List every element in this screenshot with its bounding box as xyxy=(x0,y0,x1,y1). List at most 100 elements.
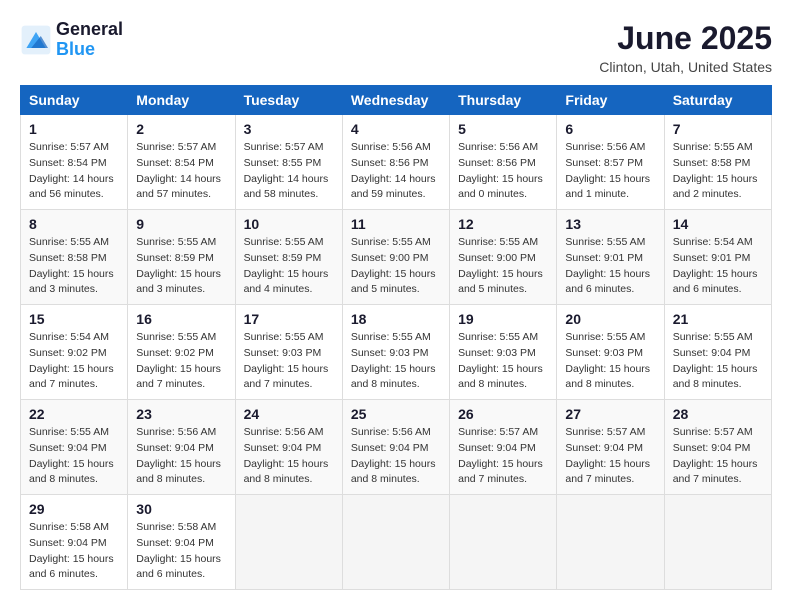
day-number: 23 xyxy=(136,406,226,422)
day-info: Sunrise: 5:55 AMSunset: 9:04 PMDaylight:… xyxy=(29,425,119,488)
calendar-cell: 20 Sunrise: 5:55 AMSunset: 9:03 PMDayligh… xyxy=(557,305,664,400)
day-info: Sunrise: 5:57 AMSunset: 8:54 PMDaylight:… xyxy=(29,140,119,203)
calendar-cell: 25 Sunrise: 5:56 AMSunset: 9:04 PMDayligh… xyxy=(342,400,449,495)
title-section: June 2025 Clinton, Utah, United States xyxy=(599,20,772,75)
day-number: 26 xyxy=(458,406,548,422)
calendar-table: SundayMondayTuesdayWednesdayThursdayFrid… xyxy=(20,85,772,590)
day-number: 25 xyxy=(351,406,441,422)
day-number: 24 xyxy=(244,406,334,422)
day-info: Sunrise: 5:56 AMSunset: 8:57 PMDaylight:… xyxy=(565,140,655,203)
day-number: 17 xyxy=(244,311,334,327)
calendar-cell xyxy=(450,495,557,590)
day-info: Sunrise: 5:58 AMSunset: 9:04 PMDaylight:… xyxy=(136,520,226,583)
calendar-cell: 10Sunrise: 5:55 AMSunset: 8:59 PMDayligh… xyxy=(235,210,342,305)
day-info: Sunrise: 5:56 AMSunset: 9:04 PMDaylight:… xyxy=(244,425,334,488)
day-info: Sunrise: 5:57 AMSunset: 9:04 PMDaylight:… xyxy=(673,425,763,488)
calendar-cell: 13 Sunrise: 5:55 AMSunset: 9:01 PMDayligh… xyxy=(557,210,664,305)
calendar-cell: 27 Sunrise: 5:57 AMSunset: 9:04 PMDayligh… xyxy=(557,400,664,495)
day-number: 20 xyxy=(565,311,655,327)
day-number: 27 xyxy=(565,406,655,422)
day-number: 16 xyxy=(136,311,226,327)
calendar-cell: 4 Sunrise: 5:56 AMSunset: 8:56 PMDaylight… xyxy=(342,115,449,210)
day-info: Sunrise: 5:55 AMSunset: 8:59 PMDaylight:… xyxy=(136,235,226,298)
day-number: 30 xyxy=(136,501,226,517)
calendar-cell: 14Sunrise: 5:54 AMSunset: 9:01 PMDayligh… xyxy=(664,210,771,305)
day-number: 29 xyxy=(29,501,119,517)
week-row-4: 22 Sunrise: 5:55 AMSunset: 9:04 PMDayligh… xyxy=(21,400,772,495)
day-info: Sunrise: 5:55 AMSunset: 9:03 PMDaylight:… xyxy=(458,330,548,393)
calendar-cell: 3 Sunrise: 5:57 AMSunset: 8:55 PMDaylight… xyxy=(235,115,342,210)
day-info: Sunrise: 5:58 AMSunset: 9:04 PMDaylight:… xyxy=(29,520,119,583)
day-info: Sunrise: 5:55 AMSunset: 9:00 PMDaylight:… xyxy=(458,235,548,298)
day-info: Sunrise: 5:56 AMSunset: 8:56 PMDaylight:… xyxy=(458,140,548,203)
calendar-cell: 24 Sunrise: 5:56 AMSunset: 9:04 PMDayligh… xyxy=(235,400,342,495)
calendar-cell: 12 Sunrise: 5:55 AMSunset: 9:00 PMDayligh… xyxy=(450,210,557,305)
day-number: 10 xyxy=(244,216,334,232)
day-number: 2 xyxy=(136,121,226,137)
weekday-header-sunday: Sunday xyxy=(21,86,128,115)
logo-icon xyxy=(20,24,52,56)
calendar-cell: 28 Sunrise: 5:57 AMSunset: 9:04 PMDayligh… xyxy=(664,400,771,495)
day-number: 28 xyxy=(673,406,763,422)
calendar-cell: 18 Sunrise: 5:55 AMSunset: 9:03 PMDayligh… xyxy=(342,305,449,400)
calendar-cell xyxy=(342,495,449,590)
day-info: Sunrise: 5:55 AMSunset: 9:04 PMDaylight:… xyxy=(673,330,763,393)
calendar-cell: 23Sunrise: 5:56 AMSunset: 9:04 PMDayligh… xyxy=(128,400,235,495)
day-info: Sunrise: 5:57 AMSunset: 9:04 PMDaylight:… xyxy=(565,425,655,488)
day-number: 18 xyxy=(351,311,441,327)
day-info: Sunrise: 5:55 AMSunset: 9:03 PMDaylight:… xyxy=(565,330,655,393)
day-number: 11 xyxy=(351,216,441,232)
calendar-cell: 15Sunrise: 5:54 AMSunset: 9:02 PMDayligh… xyxy=(21,305,128,400)
day-info: Sunrise: 5:57 AMSunset: 8:54 PMDaylight:… xyxy=(136,140,226,203)
day-info: Sunrise: 5:55 AMSunset: 9:01 PMDaylight:… xyxy=(565,235,655,298)
day-number: 13 xyxy=(565,216,655,232)
location: Clinton, Utah, United States xyxy=(599,59,772,75)
calendar-cell xyxy=(557,495,664,590)
weekday-header-thursday: Thursday xyxy=(450,86,557,115)
day-number: 14 xyxy=(673,216,763,232)
day-number: 9 xyxy=(136,216,226,232)
day-number: 5 xyxy=(458,121,548,137)
week-row-3: 15Sunrise: 5:54 AMSunset: 9:02 PMDayligh… xyxy=(21,305,772,400)
day-info: Sunrise: 5:57 AMSunset: 8:55 PMDaylight:… xyxy=(244,140,334,203)
logo-text: General Blue xyxy=(56,20,123,60)
day-info: Sunrise: 5:56 AMSunset: 8:56 PMDaylight:… xyxy=(351,140,441,203)
calendar-cell: 5 Sunrise: 5:56 AMSunset: 8:56 PMDaylight… xyxy=(450,115,557,210)
day-info: Sunrise: 5:57 AMSunset: 9:04 PMDaylight:… xyxy=(458,425,548,488)
logo: General Blue xyxy=(20,20,123,60)
day-number: 15 xyxy=(29,311,119,327)
day-number: 3 xyxy=(244,121,334,137)
page-header: General Blue June 2025 Clinton, Utah, Un… xyxy=(20,20,772,75)
week-row-1: 1Sunrise: 5:57 AMSunset: 8:54 PMDaylight… xyxy=(21,115,772,210)
weekday-header-friday: Friday xyxy=(557,86,664,115)
calendar-cell: 30 Sunrise: 5:58 AMSunset: 9:04 PMDayligh… xyxy=(128,495,235,590)
calendar-cell: 1Sunrise: 5:57 AMSunset: 8:54 PMDaylight… xyxy=(21,115,128,210)
day-number: 4 xyxy=(351,121,441,137)
calendar-cell: 9 Sunrise: 5:55 AMSunset: 8:59 PMDaylight… xyxy=(128,210,235,305)
day-number: 22 xyxy=(29,406,119,422)
day-number: 8 xyxy=(29,216,119,232)
day-info: Sunrise: 5:55 AMSunset: 8:58 PMDaylight:… xyxy=(673,140,763,203)
calendar-cell: 7Sunrise: 5:55 AMSunset: 8:58 PMDaylight… xyxy=(664,115,771,210)
day-info: Sunrise: 5:55 AMSunset: 9:03 PMDaylight:… xyxy=(351,330,441,393)
day-info: Sunrise: 5:56 AMSunset: 9:04 PMDaylight:… xyxy=(351,425,441,488)
day-info: Sunrise: 5:55 AMSunset: 9:03 PMDaylight:… xyxy=(244,330,334,393)
calendar-cell: 17 Sunrise: 5:55 AMSunset: 9:03 PMDayligh… xyxy=(235,305,342,400)
weekday-header-monday: Monday xyxy=(128,86,235,115)
weekday-header-row: SundayMondayTuesdayWednesdayThursdayFrid… xyxy=(21,86,772,115)
calendar-cell: 16Sunrise: 5:55 AMSunset: 9:02 PMDayligh… xyxy=(128,305,235,400)
calendar-cell: 19 Sunrise: 5:55 AMSunset: 9:03 PMDayligh… xyxy=(450,305,557,400)
calendar-cell: 22 Sunrise: 5:55 AMSunset: 9:04 PMDayligh… xyxy=(21,400,128,495)
week-row-2: 8 Sunrise: 5:55 AMSunset: 8:58 PMDaylight… xyxy=(21,210,772,305)
day-info: Sunrise: 5:55 AMSunset: 8:58 PMDaylight:… xyxy=(29,235,119,298)
weekday-header-wednesday: Wednesday xyxy=(342,86,449,115)
calendar-cell: 21Sunrise: 5:55 AMSunset: 9:04 PMDayligh… xyxy=(664,305,771,400)
day-info: Sunrise: 5:55 AMSunset: 9:00 PMDaylight:… xyxy=(351,235,441,298)
weekday-header-tuesday: Tuesday xyxy=(235,86,342,115)
day-number: 6 xyxy=(565,121,655,137)
day-number: 19 xyxy=(458,311,548,327)
month-title: June 2025 xyxy=(599,20,772,57)
calendar-cell: 8 Sunrise: 5:55 AMSunset: 8:58 PMDaylight… xyxy=(21,210,128,305)
calendar-cell: 29 Sunrise: 5:58 AMSunset: 9:04 PMDayligh… xyxy=(21,495,128,590)
day-number: 12 xyxy=(458,216,548,232)
